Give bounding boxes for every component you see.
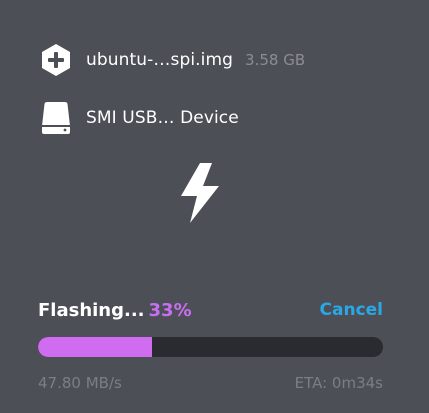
eta: ETA: 0m34s [294,374,383,392]
progress-footer: 47.80 MB/s ETA: 0m34s [38,371,383,395]
target-drive-name: SMI USB… Device [86,108,239,128]
lightning-bolt-icon [181,163,219,223]
cancel-button[interactable]: Cancel [320,300,383,320]
plus-hexagon-icon [38,42,74,78]
progress-bar [38,337,383,357]
source-filename: ubuntu-…spi.img [86,50,234,70]
drive-icon [38,100,74,136]
transfer-speed: 47.80 MB/s [38,374,122,392]
flash-status: Flashing... 33% [38,300,192,321]
status-label: Flashing... [38,299,145,321]
target-drive-row: SMI USB… Device [38,100,239,136]
status-line: Flashing... 33% Cancel [38,296,383,324]
flash-panel: ubuntu-…spi.img 3.58 GB SMI USB… Device … [0,0,429,413]
progress-fill [38,337,152,357]
source-image-row: ubuntu-…spi.img 3.58 GB [38,42,305,78]
source-size: 3.58 GB [245,51,306,69]
progress-percent: 33% [148,299,192,321]
